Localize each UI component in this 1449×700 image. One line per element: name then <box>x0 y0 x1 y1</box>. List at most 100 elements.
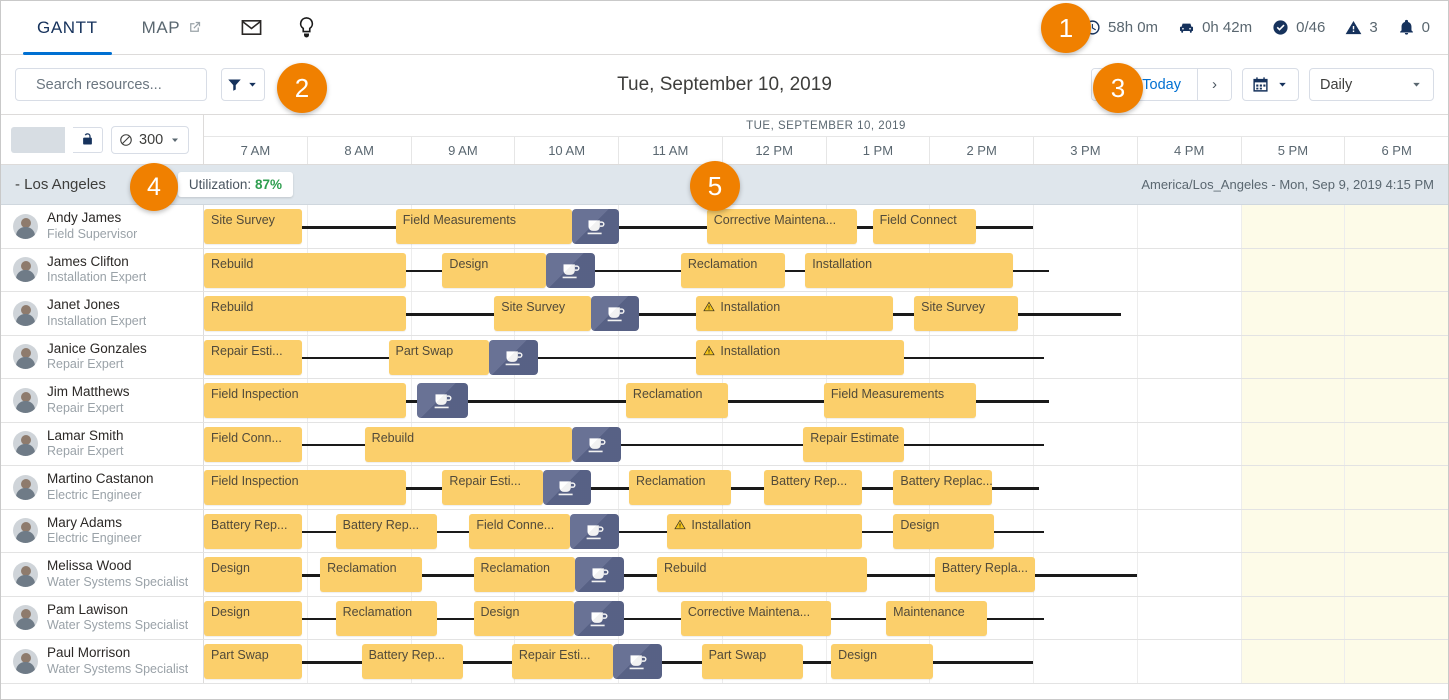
task-bar[interactable]: Reclamation <box>473 557 576 592</box>
gantt-track[interactable]: Rebuild Design Reclamation Installation <box>204 248 1448 291</box>
resource-cell[interactable]: Paul Morrison Water Systems Specialist <box>1 640 204 683</box>
gantt-track[interactable]: Field Inspection Repair Esti... Reclamatio… <box>204 466 1448 509</box>
resource-cell[interactable]: Jim Matthews Repair Expert <box>1 379 204 422</box>
capacity-select[interactable]: 300 <box>111 125 190 154</box>
resource-cell[interactable]: Martino Castanon Electric Engineer <box>1 466 204 509</box>
task-label: Site Survey <box>501 300 566 314</box>
resource-cell[interactable]: Pam Lawison Water Systems Specialist <box>1 596 204 639</box>
task-bar[interactable]: Field Conn... <box>204 426 303 462</box>
break-block[interactable] <box>546 252 595 288</box>
task-bar[interactable]: Design <box>831 644 933 679</box>
task-bar[interactable]: Installation <box>696 339 904 375</box>
task-bar[interactable]: Part Swap <box>388 339 490 375</box>
search-input[interactable] <box>34 75 225 94</box>
resource-cell[interactable]: Lamar Smith Repair Expert <box>1 422 204 465</box>
status-check-circle[interactable]: 0/46 <box>1272 19 1325 36</box>
status-car[interactable]: 0h 42m <box>1178 19 1252 36</box>
task-bar[interactable]: Battery Rep... <box>361 644 464 679</box>
lock-button[interactable] <box>73 126 103 153</box>
break-block[interactable] <box>489 339 538 375</box>
task-bar[interactable]: Part Swap <box>701 644 804 679</box>
task-bar[interactable]: Design <box>204 600 303 636</box>
gantt-track[interactable]: Part Swap Battery Rep... Repair Esti... Par… <box>204 640 1448 683</box>
filter-button[interactable] <box>221 68 265 101</box>
task-bar[interactable]: Site Survey <box>914 296 1018 331</box>
task-bar[interactable]: Reclamation <box>680 252 785 288</box>
task-bar[interactable]: Reclamation <box>629 470 731 505</box>
task-bar[interactable]: Repair Estimate <box>803 426 904 462</box>
task-bar[interactable]: Rebuild <box>364 426 572 462</box>
task-bar[interactable]: Installation <box>696 296 894 331</box>
gantt-track[interactable]: Repair Esti... Part Swap Installation <box>204 335 1448 378</box>
task-bar[interactable]: Rebuild <box>204 296 407 331</box>
resource-cell[interactable]: Janet Jones Installation Expert <box>1 292 204 335</box>
task-bar[interactable]: Field Measurements <box>395 209 572 244</box>
tab-gantt[interactable]: GANTT <box>15 1 120 55</box>
task-bar[interactable]: Battery Replac... <box>893 470 992 505</box>
gantt-track[interactable]: Field Inspection Reclamation Field Measure… <box>204 379 1448 422</box>
next-day-button[interactable]: › <box>1197 69 1231 100</box>
task-bar[interactable]: Repair Esti... <box>204 339 303 375</box>
hour-cell-1: 8 AM <box>308 137 412 164</box>
task-bar[interactable]: Design <box>473 600 575 636</box>
task-bar[interactable]: Corrective Maintena... <box>706 209 858 244</box>
task-bar[interactable]: Rebuild <box>657 557 868 592</box>
resource-cell[interactable]: James Clifton Installation Expert <box>1 248 204 291</box>
task-bar[interactable]: Repair Esti... <box>442 470 543 505</box>
break-block[interactable] <box>542 470 591 505</box>
task-bar[interactable]: Design <box>442 252 547 288</box>
task-bar[interactable]: Reclamation <box>335 600 438 636</box>
task-bar[interactable]: Part Swap <box>204 644 303 679</box>
task-bar[interactable]: Field Inspection <box>204 470 407 505</box>
resource-cell[interactable]: Andy James Field Supervisor <box>1 205 204 248</box>
mail-icon[interactable] <box>224 1 279 54</box>
task-bar[interactable]: Field Connect <box>872 209 977 244</box>
task-bar[interactable]: Installation <box>667 513 863 549</box>
task-bar[interactable]: Repair Esti... <box>511 644 614 679</box>
break-block[interactable] <box>572 426 621 462</box>
task-bar[interactable]: Field Measurements <box>823 383 977 418</box>
break-block[interactable] <box>572 209 619 244</box>
gantt-track[interactable]: Design Reclamation Reclamation Rebuild Batte… <box>204 553 1448 596</box>
resource-cell[interactable]: Melissa Wood Water Systems Specialist <box>1 553 204 596</box>
task-bar[interactable]: Site Survey <box>494 296 591 331</box>
gantt-track[interactable]: Site Survey Field Measurements Corrective … <box>204 205 1448 248</box>
task-bar[interactable]: Rebuild <box>204 252 407 288</box>
break-block[interactable] <box>574 600 624 636</box>
gantt-track[interactable]: Design Reclamation Design Corrective Mainte… <box>204 596 1448 639</box>
break-block[interactable] <box>575 557 624 592</box>
task-bar[interactable]: Design <box>893 513 994 549</box>
resource-cell[interactable]: Janice Gonzales Repair Expert <box>1 335 204 378</box>
break-block[interactable] <box>613 644 663 679</box>
break-block[interactable] <box>590 296 640 331</box>
timescale-select[interactable]: Daily <box>1309 68 1434 101</box>
status-clock[interactable]: 58h 0m <box>1084 19 1158 36</box>
gantt-track[interactable]: Battery Rep... Battery Rep... Field Conne.… <box>204 509 1448 552</box>
task-bar[interactable]: Battery Rep... <box>204 513 303 549</box>
hour-cell-9: 4 PM <box>1138 137 1242 164</box>
tab-map[interactable]: MAP <box>120 1 225 54</box>
task-bar[interactable]: Field Inspection <box>204 383 407 418</box>
task-bar[interactable]: Site Survey <box>204 209 303 244</box>
gantt-track[interactable]: Rebuild Site Survey Installation Site Surve… <box>204 292 1448 335</box>
task-bar[interactable]: Battery Repla... <box>934 557 1036 592</box>
break-block[interactable] <box>569 513 619 549</box>
task-bar[interactable]: Reclamation <box>625 383 728 418</box>
resource-cell[interactable]: Mary Adams Electric Engineer <box>1 509 204 552</box>
calendar-button[interactable] <box>1242 68 1299 101</box>
task-link <box>976 226 1034 229</box>
status-warning-triangle[interactable]: 3 <box>1345 19 1378 36</box>
search-input-wrapper[interactable] <box>15 68 225 101</box>
status-bell[interactable]: 0 <box>1398 19 1430 36</box>
gantt-track[interactable]: Field Conn... Rebuild Repair Estimate <box>204 422 1448 465</box>
task-bar[interactable]: Maintenance <box>886 600 987 636</box>
task-bar[interactable]: Reclamation <box>320 557 422 592</box>
task-bar[interactable]: Field Conne... <box>469 513 570 549</box>
lightbulb-icon[interactable] <box>279 1 334 54</box>
task-bar[interactable]: Battery Rep... <box>335 513 438 549</box>
task-bar[interactable]: Installation <box>805 252 1013 288</box>
task-bar[interactable]: Battery Rep... <box>763 470 863 505</box>
task-bar[interactable]: Design <box>204 557 303 592</box>
break-block[interactable] <box>416 383 469 418</box>
task-bar[interactable]: Corrective Maintena... <box>680 600 832 636</box>
